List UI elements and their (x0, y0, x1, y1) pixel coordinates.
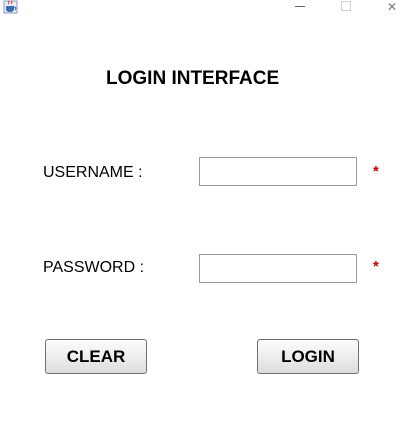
login-button[interactable]: LOGIN (257, 339, 359, 374)
username-label: USERNAME : (43, 164, 143, 181)
password-required-mark: * (373, 258, 379, 275)
title-bar: ✕ (0, 0, 405, 16)
password-input[interactable] (199, 254, 357, 283)
minimize-icon (295, 6, 305, 7)
close-icon: ✕ (386, 0, 398, 14)
username-input[interactable] (199, 157, 357, 186)
clear-button[interactable]: CLEAR (45, 339, 147, 374)
username-required-mark: * (373, 163, 379, 180)
page-title: LOGIN INTERFACE (106, 68, 280, 89)
maximize-icon (341, 1, 351, 11)
close-button[interactable]: ✕ (380, 0, 404, 14)
login-window: ✕ LOGIN INTERFACE USERNAME : * PASSWORD … (0, 0, 405, 443)
minimize-button[interactable] (289, 0, 313, 14)
password-label: PASSWORD : (43, 259, 145, 276)
maximize-button[interactable] (334, 0, 358, 14)
java-cup-icon (3, 0, 19, 14)
